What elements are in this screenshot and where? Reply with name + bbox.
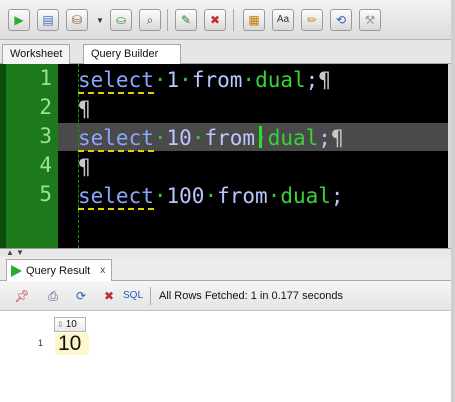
collapse-down-icon[interactable]: ▼ xyxy=(16,248,24,257)
row-number: 1 xyxy=(38,338,44,348)
sql-literal: 100 xyxy=(166,184,205,208)
column-header-label: 10 xyxy=(65,319,77,330)
pilcrow-icon: ¶ xyxy=(78,155,91,179)
line-number: 4 xyxy=(39,153,52,177)
eraser-button[interactable]: ✏ xyxy=(301,9,323,31)
print-icon: ⎙ xyxy=(48,288,58,303)
pilcrow-icon: ¶ xyxy=(318,68,331,92)
collapse-up-icon[interactable]: ▲ xyxy=(6,248,14,257)
panel-splitter[interactable]: ▲ ▼ xyxy=(0,248,455,257)
run-statement-button[interactable]: ▶ xyxy=(8,9,30,31)
cancel-fetch-button[interactable]: ✖ xyxy=(99,286,119,306)
code-line[interactable]: ¶ xyxy=(78,95,91,123)
tab-query-builder[interactable]: Query Builder xyxy=(83,44,181,65)
code-line[interactable]: ¶ xyxy=(78,153,91,181)
format-sql-button[interactable]: ▦ xyxy=(243,9,265,31)
space-marker: · xyxy=(153,126,167,150)
tab-query-result-label: Query Result xyxy=(26,264,91,277)
explain-plan-button[interactable]: ⌕ xyxy=(139,9,161,31)
explain-plan-icon: ⌕ xyxy=(146,13,154,27)
commit-dropdown-arrow-icon[interactable]: ▼ xyxy=(96,16,104,25)
sql-keyword: select xyxy=(78,184,154,210)
run-script-button[interactable]: ▤ xyxy=(37,9,59,31)
sql-keyword: from xyxy=(217,184,268,208)
results-toolbar: 📌︎ ⎙ ⟳ ✖ SQL All Rows Fetched: 1 in 0.17… xyxy=(0,281,455,311)
history-icon: ⟲ xyxy=(335,13,347,27)
tab-worksheet[interactable]: Worksheet xyxy=(2,44,71,64)
toolbar-separator xyxy=(167,9,168,31)
grid-cell[interactable]: 10 xyxy=(55,333,89,355)
play-icon xyxy=(11,264,22,277)
sql-terminator: ; xyxy=(330,184,344,208)
tuning-advisor-icon: ⚒ xyxy=(364,13,376,27)
tab-worksheet-label: Worksheet xyxy=(10,48,63,60)
sql-identifier: dual xyxy=(280,184,331,208)
run-script-icon: ▤ xyxy=(42,13,54,27)
refresh-button[interactable]: ⟳ xyxy=(71,286,91,306)
sql-identifier: dual xyxy=(255,68,306,92)
worksheet-toolbar: ▶ ▤ ⛁ ▼ ⛀ ⌕ ✎ ✖ ▦ Aa ✏ ⟲ ⚒ xyxy=(0,0,455,40)
cancel-icon: ✖ xyxy=(103,289,115,303)
pilcrow-icon: ¶ xyxy=(78,97,91,121)
rollback-icon: ⛀ xyxy=(115,13,127,27)
fetch-status-text: All Rows Fetched: 1 in 0.177 seconds xyxy=(159,290,344,302)
close-icon[interactable]: x xyxy=(100,265,105,276)
line-number: 5 xyxy=(39,182,52,206)
sql-terminator: ; xyxy=(305,68,319,92)
pin-icon: 📌︎ xyxy=(14,289,30,303)
results-grid[interactable]: ⇳ 10 1 10 xyxy=(0,311,455,402)
space-marker: · xyxy=(153,184,167,208)
history-button[interactable]: ⟲ xyxy=(330,9,352,31)
commit-button[interactable]: ⛁ xyxy=(66,9,88,31)
tab-query-builder-label: Query Builder xyxy=(91,48,159,60)
sql-keyword: select xyxy=(78,126,154,152)
editor-tab-bar: Worksheet Query Builder xyxy=(0,40,455,65)
case-change-icon: Aa xyxy=(276,14,290,25)
code-line[interactable]: select·1·from·dual;¶ xyxy=(78,66,331,94)
text-caret xyxy=(259,126,262,148)
space-marker: · xyxy=(267,184,281,208)
print-button[interactable]: ⎙ xyxy=(43,286,63,306)
sql-literal: 10 xyxy=(166,126,192,150)
line-number: 3 xyxy=(39,124,52,148)
sql-keyword: from xyxy=(191,68,243,92)
space-marker: · xyxy=(204,184,218,208)
clear-icon: ✖ xyxy=(209,13,221,27)
eraser-icon: ✏ xyxy=(306,13,318,27)
sql-editor[interactable]: 1 2 3 4 5 select·1·from·dual;¶ ¶ select·… xyxy=(0,64,448,248)
column-header[interactable]: ⇳ 10 xyxy=(54,317,86,332)
line-number: 1 xyxy=(39,66,52,90)
space-marker: · xyxy=(153,68,167,92)
run-statement-icon: ▶ xyxy=(14,13,24,27)
sql-link[interactable]: SQL xyxy=(123,290,143,301)
space-marker: · xyxy=(179,68,192,92)
window-edge xyxy=(451,0,455,402)
rollback-button[interactable]: ⛀ xyxy=(110,9,132,31)
tab-query-result[interactable]: Query Result x xyxy=(6,259,112,281)
line-number: 2 xyxy=(39,95,52,119)
space-marker: · xyxy=(242,68,256,92)
case-change-button[interactable]: Aa xyxy=(272,9,294,31)
sort-icon: ⇳ xyxy=(57,320,64,329)
code-line[interactable]: select·10·from·dual;¶ xyxy=(78,124,344,152)
sql-keyword: select xyxy=(78,68,154,94)
toolbar-separator xyxy=(150,287,151,305)
results-tab-bar: Query Result x xyxy=(0,257,455,281)
space-marker: · xyxy=(191,126,205,150)
pilcrow-icon: ¶ xyxy=(330,126,344,150)
format-sql-icon: ▦ xyxy=(248,13,260,27)
commit-icon: ⛁ xyxy=(71,13,83,27)
clear-button[interactable]: ✖ xyxy=(204,9,226,31)
sql-terminator: ; xyxy=(318,126,331,150)
sql-keyword: from xyxy=(204,126,256,150)
pin-button[interactable]: 📌︎ xyxy=(12,286,32,306)
autotrace-button[interactable]: ✎ xyxy=(175,9,197,31)
tuning-advisor-button[interactable]: ⚒ xyxy=(359,9,381,31)
toolbar-separator xyxy=(233,9,234,31)
code-line[interactable]: select·100·from·dual; xyxy=(78,182,344,210)
refresh-icon: ⟳ xyxy=(75,289,87,303)
sql-identifier: dual xyxy=(267,126,319,150)
sql-literal: 1 xyxy=(166,68,180,92)
autotrace-icon: ✎ xyxy=(180,13,192,27)
